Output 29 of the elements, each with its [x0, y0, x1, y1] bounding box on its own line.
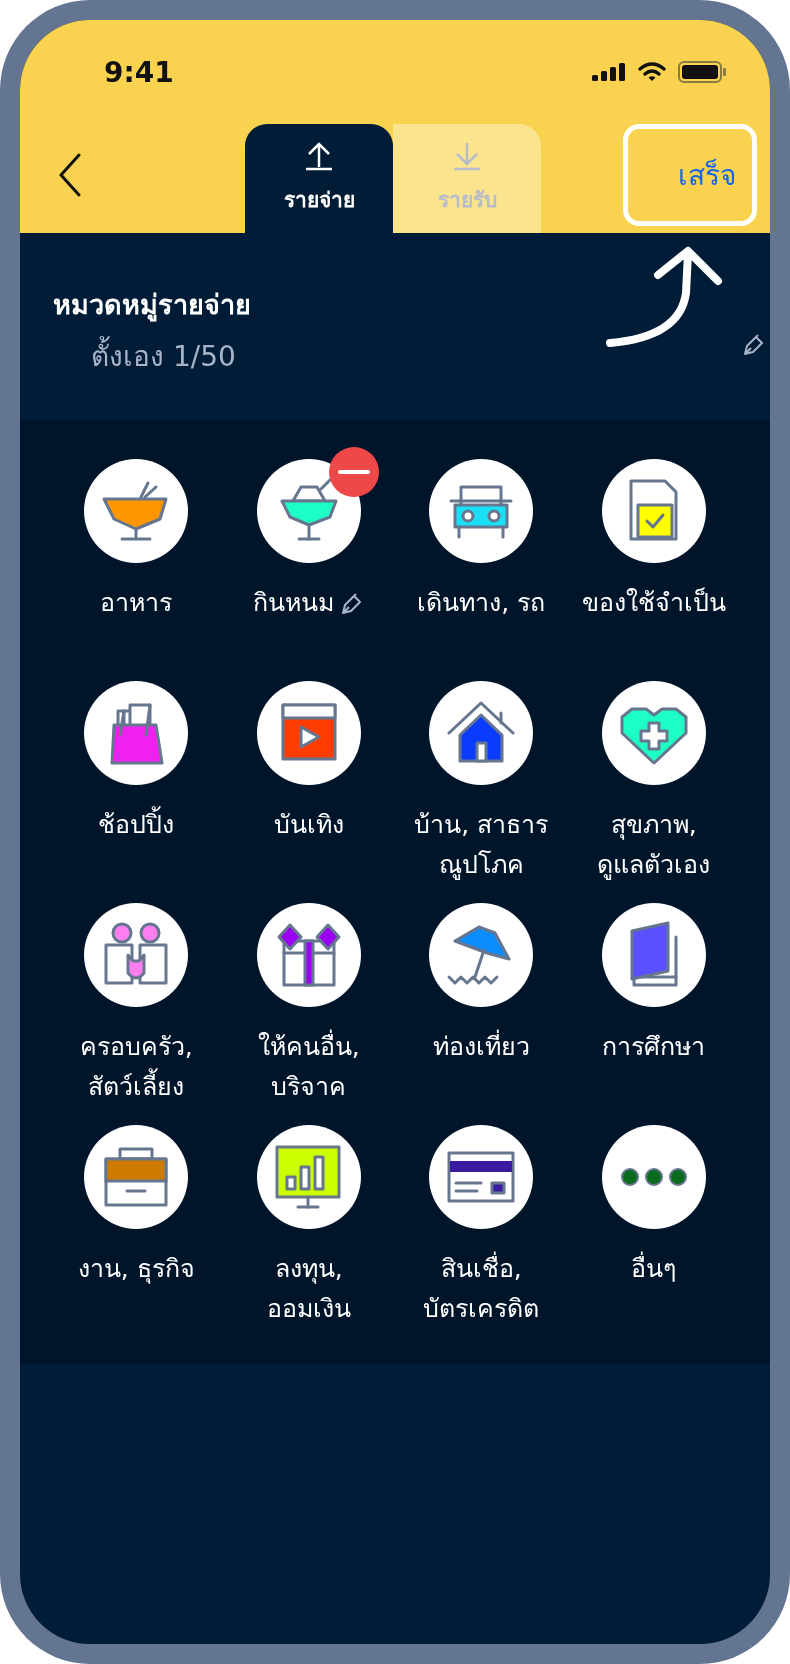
- category-button[interactable]: อาหาร: [50, 445, 223, 667]
- category-button[interactable]: บ้าน, สาธาร ณูปโภค: [395, 667, 568, 889]
- upload-icon: [304, 141, 334, 171]
- section-subtitle: ตั้งเอง 1/50: [91, 334, 236, 378]
- status-time: 9:41: [103, 55, 175, 89]
- category-button[interactable]: ครอบครัว, สัตว์เลี้ยง: [50, 889, 223, 1111]
- category-button[interactable]: ช้อปปิ้ง: [50, 667, 223, 889]
- section-title: หมวดหมู่รายจ่าย: [53, 288, 252, 324]
- category-button[interactable]: ของใช้จำเป็น: [567, 445, 740, 667]
- remove-badge[interactable]: [328, 447, 379, 497]
- category-button[interactable]: กินหนม: [222, 445, 395, 667]
- category-button[interactable]: อื่นๆ: [567, 1111, 740, 1333]
- signal-icon: [592, 63, 628, 81]
- category-button[interactable]: งาน, ธุรกิจ: [50, 1111, 223, 1333]
- category-button[interactable]: เดินทาง, รถ: [395, 445, 568, 667]
- category-button[interactable]: ลงทุน, ออมเงิน: [222, 1111, 395, 1333]
- category-button[interactable]: การศึกษา: [567, 889, 740, 1111]
- battery-icon: [678, 61, 726, 83]
- category-button[interactable]: บันเทิง: [222, 667, 395, 889]
- category-button[interactable]: ท่องเที่ยว: [395, 889, 568, 1111]
- tab[interactable]: รายจ่าย: [245, 124, 393, 233]
- pencil-icon[interactable]: [742, 333, 766, 357]
- category-button[interactable]: สุขภาพ, ดูแลตัวเอง: [567, 667, 740, 889]
- wifi-icon: [638, 62, 666, 82]
- download-icon: [452, 141, 482, 171]
- back-icon[interactable]: [58, 153, 82, 197]
- done-button[interactable]: เสร็จ: [623, 124, 757, 226]
- category-button[interactable]: สินเชื่อ, บัตรเครดิต: [395, 1111, 568, 1333]
- category-button[interactable]: ให้คนอื่น, บริจาค: [222, 889, 395, 1111]
